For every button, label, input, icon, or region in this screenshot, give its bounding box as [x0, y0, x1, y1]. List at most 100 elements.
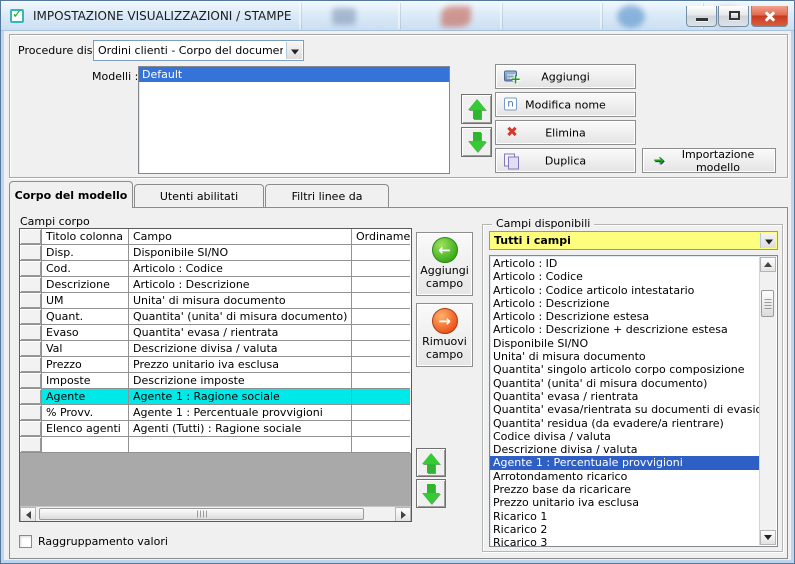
cell-titolo[interactable]: Cod. [42, 261, 129, 277]
table-row[interactable]: Imposte Descrizione imposte [20, 373, 411, 389]
cell-ordinamento[interactable] [352, 437, 410, 453]
row-selector[interactable] [20, 373, 42, 389]
rimuovi-campo-button[interactable]: → Rimuovi campo [416, 303, 473, 367]
maximize-button[interactable] [718, 6, 749, 27]
cell-ordinamento[interactable] [352, 421, 410, 437]
field-item[interactable]: Articolo : Descrizione [490, 297, 759, 310]
table-row[interactable]: Evaso Quantita' evasa / rientrata [20, 325, 411, 341]
procedure-combo-drop-button[interactable] [286, 42, 302, 59]
tab-corpo-del-modello[interactable]: Corpo del modello [9, 181, 133, 208]
minimize-button[interactable] [686, 6, 717, 27]
cell-ordinamento[interactable] [352, 325, 410, 341]
tab-utenti-abilitati[interactable]: Utenti abilitati [134, 184, 264, 208]
row-selector[interactable] [20, 421, 42, 437]
field-item[interactable]: Quantita' residua (da evadere/a rientrar… [490, 417, 759, 430]
cell-campo[interactable]: Disponibile SI/NO [129, 245, 352, 261]
row-selector[interactable] [20, 261, 42, 277]
cell-ordinamento[interactable] [352, 277, 410, 293]
fields-vertical-scrollbar[interactable] [759, 257, 776, 545]
scroll-down-button[interactable] [760, 530, 776, 545]
duplica-button[interactable]: Duplica [495, 148, 636, 173]
field-item[interactable]: Quantita' (unita' di misura documento) [490, 377, 759, 390]
cell-titolo[interactable]: Descrizione [42, 277, 129, 293]
row-selector[interactable] [20, 405, 42, 421]
cell-campo[interactable]: Quantita' evasa / rientrata [129, 325, 352, 341]
field-item[interactable]: Disponibile SI/NO [490, 337, 759, 350]
modelli-listbox[interactable]: Default [138, 66, 450, 174]
field-filter-drop-button[interactable] [760, 233, 776, 248]
row-selector[interactable] [20, 325, 42, 341]
cell-ordinamento[interactable] [352, 341, 410, 357]
cell-titolo[interactable]: % Provv. [42, 405, 129, 421]
field-item[interactable]: Ricarico 1 [490, 510, 759, 523]
row-selector[interactable] [20, 437, 42, 453]
cell-titolo[interactable]: Prezzo [42, 357, 129, 373]
cell-campo[interactable]: Descrizione divisa / valuta [129, 341, 352, 357]
cell-ordinamento[interactable] [352, 373, 410, 389]
model-move-down-button[interactable] [461, 127, 492, 157]
cell-ordinamento[interactable] [352, 309, 410, 325]
cell-titolo[interactable]: Elenco agenti [42, 421, 129, 437]
tab-filtri-linee[interactable]: Filtri linee da visualizzare [265, 184, 389, 226]
cell-titolo[interactable]: Agente [42, 389, 129, 405]
available-fields-listbox[interactable]: Articolo : ID Articolo : Codice Articolo :… [489, 255, 778, 547]
elimina-button[interactable]: ✖ Elimina [495, 120, 636, 145]
table-row[interactable]: Quant. Quantita' (unita' di misura docume… [20, 309, 411, 325]
cell-ordinamento[interactable] [352, 405, 410, 421]
row-selector[interactable] [20, 309, 42, 325]
cell-titolo[interactable]: Quant. [42, 309, 129, 325]
field-item[interactable]: Quantita' evasa/rientrata su documenti d… [490, 403, 759, 416]
table-row[interactable]: Agente Agente 1 : Ragione sociale [20, 389, 411, 405]
cell-ordinamento[interactable] [352, 293, 410, 309]
scroll-up-button[interactable] [760, 257, 776, 272]
row-selector[interactable] [20, 245, 42, 261]
field-item[interactable]: Articolo : Descrizione + descrizione est… [490, 323, 759, 336]
field-item[interactable]: Arrotondamento ricarico [490, 470, 759, 483]
table-row[interactable]: Val Descrizione divisa / valuta [20, 341, 411, 357]
table-row[interactable]: UM Unita' di misura documento [20, 293, 411, 309]
aggiungi-button[interactable]: Aggiungi [495, 64, 636, 89]
modifica-nome-button[interactable]: n Modifica nome [495, 92, 636, 117]
cell-campo[interactable]: Agente 1 : Percentuale provvigioni [129, 405, 352, 421]
table-row[interactable]: % Provv. Agente 1 : Percentuale provvigio… [20, 405, 411, 421]
field-item[interactable]: Agente 1 : Percentuale provvigioni [490, 456, 759, 470]
cell-campo[interactable]: Agenti (Tutti) : Ragione sociale [129, 421, 352, 437]
scroll-left-button[interactable] [20, 507, 36, 521]
table-header-titolo[interactable]: Titolo colonna [42, 229, 129, 245]
field-item[interactable]: Quantita' singolo articolo corpo composi… [490, 363, 759, 376]
importazione-modello-button[interactable]: ➔ Importazione modello [642, 148, 776, 174]
cell-ordinamento[interactable] [352, 389, 410, 405]
cell-ordinamento[interactable] [352, 245, 410, 261]
cell-campo[interactable]: Unita' di misura documento [129, 293, 352, 309]
field-item[interactable]: Articolo : ID [490, 257, 759, 270]
table-row[interactable]: Cod. Articolo : Codice [20, 261, 411, 277]
table-row[interactable]: Elenco agenti Agenti (Tutti) : Ragione so… [20, 421, 411, 437]
table-row[interactable]: Descrizione Articolo : Descrizione [20, 277, 411, 293]
field-item[interactable]: Descrizione divisa / valuta [490, 443, 759, 456]
cell-ordinamento[interactable] [352, 261, 410, 277]
row-selector[interactable] [20, 277, 42, 293]
model-move-up-button[interactable] [461, 94, 492, 124]
row-selector[interactable] [20, 293, 42, 309]
row-move-up-button[interactable] [416, 448, 446, 477]
cell-campo[interactable]: Articolo : Codice [129, 261, 352, 277]
field-filter-combo[interactable]: Tutti i campi [489, 231, 778, 250]
field-item[interactable]: Ricarico 2 [490, 523, 759, 536]
close-button[interactable] [751, 6, 788, 27]
field-item[interactable]: Ricarico 3 [490, 536, 759, 546]
aggiungi-campo-button[interactable]: ← Aggiungi campo [416, 232, 473, 296]
cell-campo[interactable]: Prezzo unitario iva esclusa [129, 357, 352, 373]
title-bar[interactable]: IMPOSTAZIONE VISUALIZZAZIONI / STAMPE [1, 1, 794, 31]
scroll-right-button[interactable] [395, 507, 411, 521]
row-selector[interactable] [20, 341, 42, 357]
table-row[interactable]: Prezzo Prezzo unitario iva esclusa [20, 357, 411, 373]
table-row[interactable]: Disp. Disponibile SI/NO [20, 245, 411, 261]
field-item[interactable]: Quantita' evasa / rientrata [490, 390, 759, 403]
cell-titolo[interactable]: UM [42, 293, 129, 309]
field-item[interactable]: Codice divisa / valuta [490, 430, 759, 443]
cell-campo[interactable]: Quantita' (unita' di misura documento) [129, 309, 352, 325]
field-item[interactable]: Unita' di misura documento [490, 350, 759, 363]
table-header-campo[interactable]: Campo [129, 229, 352, 245]
cell-titolo[interactable]: Val [42, 341, 129, 357]
modelli-item[interactable]: Default [139, 67, 449, 82]
